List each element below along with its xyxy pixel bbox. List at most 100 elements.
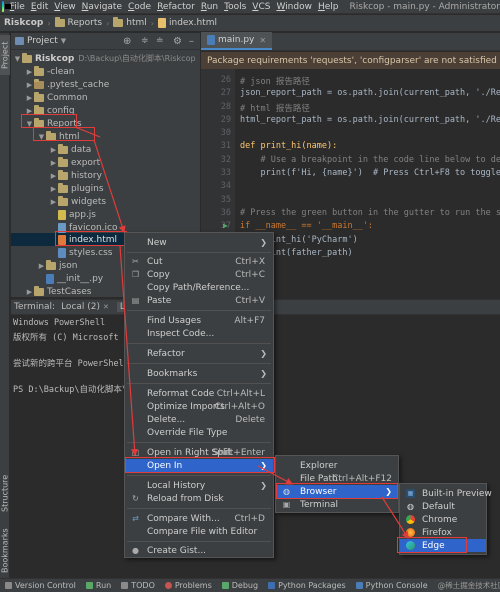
tree-row-common[interactable]: ▶ Common [25,91,88,104]
collapsed-arrow-icon[interactable]: ▶ [49,159,58,167]
menu-item-delete[interactable]: Delete... Delete [125,413,273,426]
menu-item-browser[interactable]: ◍ Browser ❯ [276,485,398,498]
menu-item-optimize-imports[interactable]: Optimize Imports Ctrl+Alt+O [125,400,273,413]
menu-item-override-file-type[interactable]: Override File Type [125,426,273,439]
dropdown-chevron-icon[interactable]: ▼ [61,37,66,45]
collapsed-arrow-icon[interactable]: ▶ [25,81,34,89]
menu-label: Delete... [147,414,186,425]
collapsed-arrow-icon[interactable]: ▶ [49,146,58,154]
breadcrumb-riskcop[interactable]: Riskcop [0,18,45,28]
menu-view[interactable]: View [51,0,78,14]
menu-refactor[interactable]: Refactor [154,0,198,14]
menu-run[interactable]: Run [198,0,221,14]
collapsed-arrow-icon[interactable]: ▶ [37,262,46,270]
locate-icon[interactable]: ⊕ [123,36,131,47]
expanded-arrow-icon[interactable]: ▼ [25,120,34,128]
project-tool-tab[interactable]: Project [0,35,10,75]
menu-item-cut[interactable]: ✂ Cut Ctrl+X [125,255,273,268]
menu-item-chrome[interactable]: Chrome [400,513,486,526]
menu-item-explorer[interactable]: Explorer [276,459,398,472]
tree-row-data[interactable]: ▶ data [49,143,91,156]
breadcrumb-reports[interactable]: Reports [53,17,105,28]
collapsed-arrow-icon[interactable]: ▶ [49,185,58,193]
bookmarks-tool-tab[interactable]: Bookmarks [0,523,10,578]
tree-row-json[interactable]: ▶ json [37,259,77,272]
menu-code[interactable]: Code [125,0,154,14]
folder-icon [58,169,68,180]
collapsed-arrow-icon[interactable]: ▶ [49,172,58,180]
tree-row-styles-css[interactable]: styles.css [58,246,112,259]
menu-item-file-path[interactable]: File Path Ctrl+Alt+F12 [276,472,398,485]
close-icon[interactable]: ✕ [259,36,266,45]
tree-row-html[interactable]: ▼ html [37,130,80,143]
run-gutter-icon[interactable]: ▶ [223,221,228,230]
debug-tab[interactable]: Debug [217,581,263,590]
project-panel-title[interactable]: Project [27,36,58,46]
menu-item-default[interactable]: ◍ Default [400,500,486,513]
menu-edit[interactable]: Edit [28,0,51,14]
todo-tab[interactable]: TODO [116,581,160,590]
tree-row-init-py[interactable]: __init__.py [46,272,103,285]
collapse-all-icon[interactable]: ≑ [141,36,149,46]
menu-item-copy-path[interactable]: Copy Path/Reference... [125,281,273,294]
tree-row-config[interactable]: ▶ config [25,104,75,117]
tree-row-widgets[interactable]: ▶ widgets [49,195,106,208]
version-control-tab[interactable]: Version Control [0,581,81,590]
menu-item-refactor[interactable]: Refactor ❯ [125,347,273,360]
menu-item-local-history[interactable]: Local History ❯ [125,479,273,492]
menu-vcs[interactable]: VCS [249,0,273,14]
collapsed-arrow-icon[interactable]: ▶ [25,107,34,115]
menu-item-reload-from-disk[interactable]: ↻ Reload from Disk [125,492,273,505]
tree-row-plugins[interactable]: ▶ plugins [49,182,104,195]
structure-tool-tab[interactable]: Structure [0,468,10,518]
menu-item-built-in-preview[interactable]: ▦ Built-in Preview [400,487,492,500]
menu-item-find-usages[interactable]: Find Usages Alt+F7 [125,314,273,327]
problems-tab[interactable]: Problems [160,581,217,590]
expanded-arrow-icon[interactable]: ▼ [13,55,22,63]
menu-item-create-gist[interactable]: ● Create Gist... [125,544,273,557]
menu-item-edge[interactable]: Edge [400,539,486,552]
close-icon[interactable]: ✕ [103,303,109,311]
tab-main-py[interactable]: main.py ✕ [201,32,273,50]
breadcrumb-index-html[interactable]: index.html [156,18,219,28]
menu-item-paste[interactable]: ▤ Paste Ctrl+V [125,294,273,307]
menu-item-bookmarks[interactable]: Bookmarks ❯ [125,367,273,380]
menu-item-open-right-split[interactable]: ◫ Open in Right Split Shift+Enter [125,446,273,459]
expand-all-icon[interactable]: ≐ [156,36,164,46]
menu-tools[interactable]: Tools [221,0,249,14]
hide-panel-icon[interactable]: – [189,36,194,47]
gear-icon[interactable]: ⚙ [173,36,182,47]
menu-item-firefox[interactable]: Firefox [400,526,486,539]
menu-item-copy[interactable]: ❐ Copy Ctrl+C [125,268,273,281]
tree-row-riskcop[interactable]: ▼ Riskcop D:\Backup\自动化脚本\Riskcop [13,52,196,65]
tree-row-export[interactable]: ▶ export [49,156,100,169]
collapsed-arrow-icon[interactable]: ▶ [49,198,58,206]
collapsed-arrow-icon[interactable]: ▶ [25,68,34,76]
tree-row-pytest-cache[interactable]: ▶ .pytest_cache [25,78,109,91]
python-console-tab[interactable]: Python Console [351,581,433,590]
collapsed-arrow-icon[interactable]: ▶ [25,288,34,296]
menu-item-compare-with[interactable]: ⇄ Compare With... Ctrl+D [125,512,273,525]
expanded-arrow-icon[interactable]: ▼ [37,133,46,141]
menu-navigate[interactable]: Navigate [79,0,125,14]
menu-item-terminal[interactable]: ▣ Terminal [276,498,398,511]
menu-item-inspect-code[interactable]: Inspect Code... [125,327,273,340]
tree-row-testcases[interactable]: ▶ TestCases [25,285,91,297]
tree-row-app-js[interactable]: app.js [58,208,96,221]
menu-item-open-in[interactable]: Open In ❯ [125,459,273,472]
folder-icon [34,65,44,76]
python-packages-tab[interactable]: Python Packages [263,581,351,590]
menu-item-new[interactable]: New ❯ [125,236,273,249]
menu-item-reformat-code[interactable]: Reformat Code Ctrl+Alt+L [125,387,273,400]
menu-window[interactable]: Window [273,0,315,14]
tree-row-reports[interactable]: ▼ Reports [25,117,82,130]
menu-help[interactable]: Help [315,0,342,14]
menu-item-compare-file-editor[interactable]: Compare File with Editor [125,525,273,538]
run-tab[interactable]: Run [81,581,116,590]
tree-row-clean[interactable]: ▶ -clean [25,65,74,78]
tree-row-history[interactable]: ▶ history [49,169,102,182]
terminal-tab-local-2[interactable]: Local (2) [61,302,100,312]
submenu-arrow-icon: ❯ [385,487,392,496]
breadcrumb-html[interactable]: html [111,17,149,28]
collapsed-arrow-icon[interactable]: ▶ [25,94,34,102]
